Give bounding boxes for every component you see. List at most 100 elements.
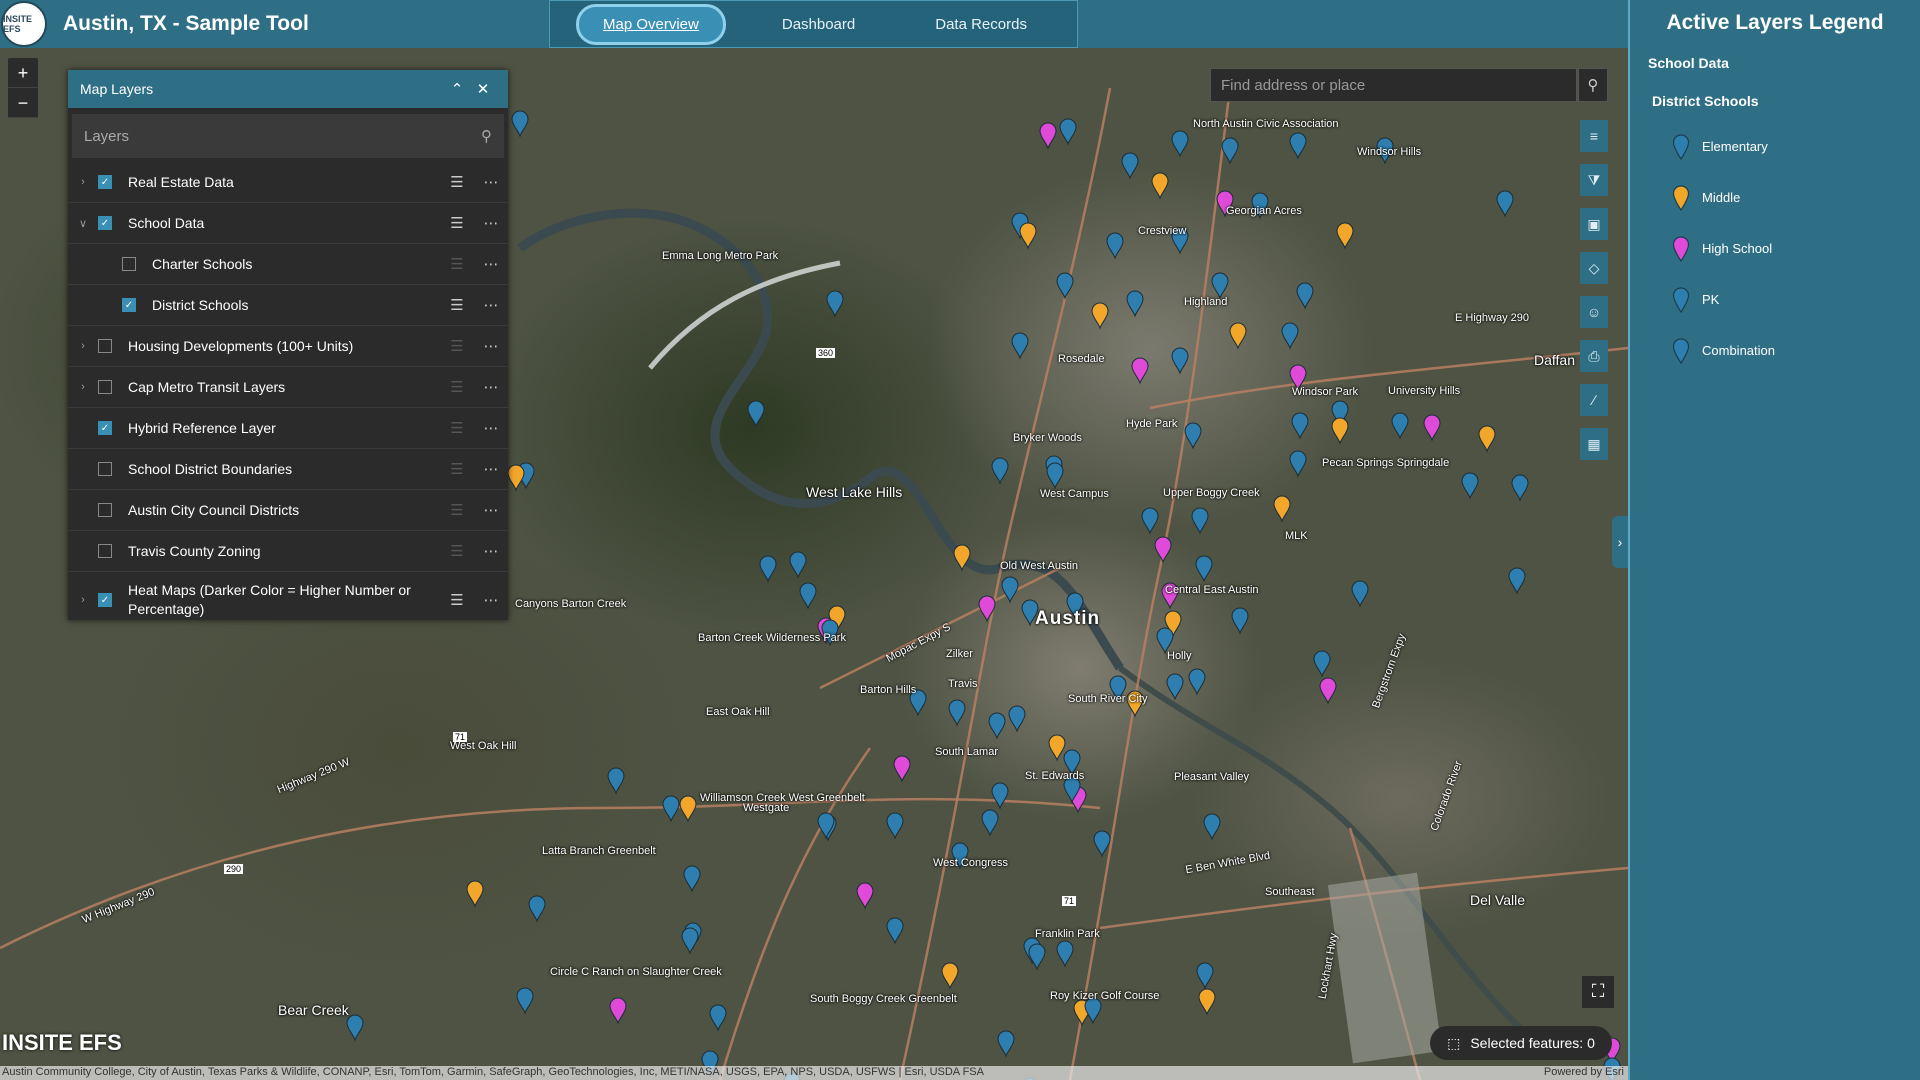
elementary-school-pin-icon[interactable] <box>1461 472 1479 500</box>
middle-school-pin-icon[interactable] <box>466 880 484 908</box>
high-school-pin-icon[interactable] <box>609 997 627 1025</box>
elementary-school-pin-icon[interactable] <box>886 812 904 840</box>
layer-row[interactable]: › ✓ Real Estate Data ☰ ⋯ <box>68 162 508 203</box>
elementary-school-pin-icon[interactable] <box>1001 576 1019 604</box>
more-options-icon[interactable]: ⋯ <box>474 173 508 191</box>
elementary-school-pin-icon[interactable] <box>1508 567 1526 595</box>
middle-school-pin-icon[interactable] <box>1048 734 1066 762</box>
high-school-pin-icon[interactable] <box>1319 677 1337 705</box>
elementary-school-pin-icon[interactable] <box>1126 290 1144 318</box>
chevron-down-icon[interactable]: ∨ <box>68 217 98 230</box>
elementary-school-pin-icon[interactable] <box>1289 132 1307 160</box>
legend-list-icon[interactable]: ☰ <box>440 542 474 560</box>
elementary-school-pin-icon[interactable] <box>1059 118 1077 146</box>
high-school-pin-icon[interactable] <box>1039 122 1057 150</box>
layer-row[interactable]: › Housing Developments (100+ Units) ☰ ⋯ <box>68 326 508 367</box>
high-school-pin-icon[interactable] <box>1131 357 1149 385</box>
search-icon[interactable]: ⚲ <box>1578 68 1608 102</box>
tab-map-overview[interactable]: Map Overview <box>576 3 726 45</box>
middle-school-pin-icon[interactable] <box>1198 988 1216 1016</box>
layer-checkbox[interactable] <box>98 544 112 558</box>
elementary-school-pin-icon[interactable] <box>1281 322 1299 350</box>
filter-icon[interactable]: ⧩ <box>1580 164 1608 196</box>
legend-list-icon[interactable]: ☰ <box>440 337 474 355</box>
grid-icon[interactable]: ▦ <box>1580 428 1608 460</box>
person-icon[interactable]: ☺ <box>1580 296 1608 328</box>
elementary-school-pin-icon[interactable] <box>709 1004 727 1032</box>
measure-icon[interactable]: ∕ <box>1580 384 1608 416</box>
elementary-school-pin-icon[interactable] <box>1211 272 1229 300</box>
elementary-school-pin-icon[interactable] <box>1171 130 1189 158</box>
legend-list-icon[interactable]: ☰ <box>440 591 474 609</box>
elementary-school-pin-icon[interactable] <box>1296 282 1314 310</box>
layers-icon[interactable]: ≡ <box>1580 120 1608 152</box>
search-icon[interactable]: ⚲ <box>481 127 492 145</box>
elementary-school-pin-icon[interactable] <box>1171 347 1189 375</box>
elementary-school-pin-icon[interactable] <box>886 917 904 945</box>
elementary-school-pin-icon[interactable] <box>1106 232 1124 260</box>
elementary-school-pin-icon[interactable] <box>662 795 680 823</box>
elementary-school-pin-icon[interactable] <box>1011 332 1029 360</box>
more-options-icon[interactable]: ⋯ <box>474 214 508 232</box>
elementary-school-pin-icon[interactable] <box>948 699 966 727</box>
elementary-school-pin-icon[interactable] <box>1195 555 1213 583</box>
save-icon[interactable]: ▣ <box>1580 208 1608 240</box>
legend-list-icon[interactable]: ☰ <box>440 173 474 191</box>
middle-school-pin-icon[interactable] <box>507 464 525 492</box>
elementary-school-pin-icon[interactable] <box>1166 673 1184 701</box>
elementary-school-pin-icon[interactable] <box>1141 507 1159 535</box>
layer-search-input[interactable]: Layers ⚲ <box>72 114 504 158</box>
elementary-school-pin-icon[interactable] <box>981 809 999 837</box>
middle-school-pin-icon[interactable] <box>1151 172 1169 200</box>
more-options-icon[interactable]: ⋯ <box>474 296 508 314</box>
elementary-school-pin-icon[interactable] <box>1008 705 1026 733</box>
layer-row[interactable]: Travis County Zoning ☰ ⋯ <box>68 531 508 572</box>
high-school-pin-icon[interactable] <box>856 882 874 910</box>
layer-checkbox[interactable]: ✓ <box>98 421 112 435</box>
elementary-school-pin-icon[interactable] <box>1028 943 1046 971</box>
elementary-school-pin-icon[interactable] <box>1496 190 1514 218</box>
more-options-icon[interactable]: ⋯ <box>474 378 508 396</box>
fullscreen-icon[interactable]: ⛶ <box>1582 976 1614 1008</box>
middle-school-pin-icon[interactable] <box>941 962 959 990</box>
layer-row[interactable]: Charter Schools ☰ ⋯ <box>68 244 508 285</box>
middle-school-pin-icon[interactable] <box>1478 425 1496 453</box>
elementary-school-pin-icon[interactable] <box>747 400 765 428</box>
layer-row[interactable]: ∨ ✓ School Data ☰ ⋯ <box>68 203 508 244</box>
layer-checkbox[interactable] <box>122 257 136 271</box>
middle-school-pin-icon[interactable] <box>1336 222 1354 250</box>
directions-icon[interactable]: ◇ <box>1580 252 1608 284</box>
chevron-right-icon[interactable]: › <box>68 594 98 606</box>
more-options-icon[interactable]: ⋯ <box>474 419 508 437</box>
elementary-school-pin-icon[interactable] <box>683 865 701 893</box>
legend-list-icon[interactable]: ☰ <box>440 378 474 396</box>
elementary-school-pin-icon[interactable] <box>607 767 625 795</box>
layer-checkbox[interactable] <box>98 380 112 394</box>
elementary-school-pin-icon[interactable] <box>1196 962 1214 990</box>
print-icon[interactable]: ⎙ <box>1580 340 1608 372</box>
collapse-up-icon[interactable]: ⌃ <box>444 80 470 98</box>
selected-features-badge[interactable]: ⬚ Selected features: 0 <box>1430 1026 1612 1060</box>
elementary-school-pin-icon[interactable] <box>1203 813 1221 841</box>
legend-list-icon[interactable]: ☰ <box>440 419 474 437</box>
elementary-school-pin-icon[interactable] <box>991 782 1009 810</box>
layer-row[interactable]: › Cap Metro Transit Layers ☰ ⋯ <box>68 367 508 408</box>
elementary-school-pin-icon[interactable] <box>511 110 529 138</box>
elementary-school-pin-icon[interactable] <box>1511 474 1529 502</box>
layer-checkbox[interactable] <box>98 339 112 353</box>
elementary-school-pin-icon[interactable] <box>1188 668 1206 696</box>
elementary-school-pin-icon[interactable] <box>516 987 534 1015</box>
layer-checkbox[interactable] <box>98 462 112 476</box>
elementary-school-pin-icon[interactable] <box>681 927 699 955</box>
middle-school-pin-icon[interactable] <box>679 795 697 823</box>
chevron-right-icon[interactable]: › <box>68 381 98 393</box>
elementary-school-pin-icon[interactable] <box>1221 137 1239 165</box>
elementary-school-pin-icon[interactable] <box>1391 412 1409 440</box>
legend-list-icon[interactable]: ☰ <box>440 296 474 314</box>
elementary-school-pin-icon[interactable] <box>528 895 546 923</box>
elementary-school-pin-icon[interactable] <box>346 1014 364 1042</box>
middle-school-pin-icon[interactable] <box>1091 302 1109 330</box>
high-school-pin-icon[interactable] <box>893 755 911 783</box>
elementary-school-pin-icon[interactable] <box>1191 507 1209 535</box>
zoom-out-button[interactable]: − <box>8 88 38 118</box>
